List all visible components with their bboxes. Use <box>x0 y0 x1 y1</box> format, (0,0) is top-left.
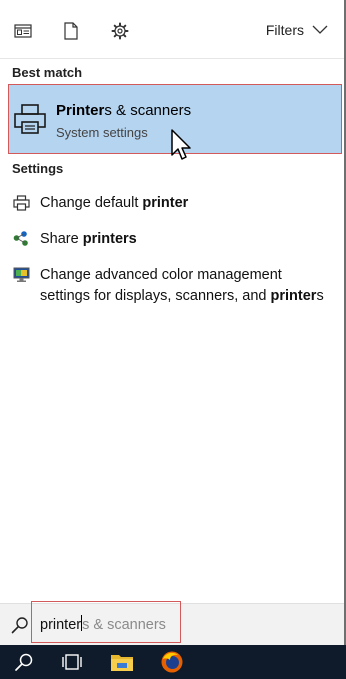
settings-item-change-default-printer[interactable]: Change default printer <box>12 193 188 214</box>
filters-label: Filters <box>265 22 304 38</box>
search-icon[interactable] <box>2 645 46 679</box>
mouse-cursor-icon <box>170 128 192 162</box>
monitor-icon <box>12 266 30 284</box>
search-bar: printers & scanners <box>0 601 344 646</box>
filter-bar: Filters <box>0 0 344 59</box>
search-icon <box>11 616 29 634</box>
gear-icon[interactable] <box>110 21 130 41</box>
settings-item-label: Share printers <box>40 231 137 247</box>
search-input[interactable]: printers & scanners <box>31 601 181 643</box>
best-match-title: Printers & scanners <box>56 102 192 119</box>
search-results-panel: Filters Best match Printers & scanners S… <box>0 0 346 646</box>
best-match-subtitle: System settings <box>56 125 148 140</box>
firefox-icon[interactable] <box>150 645 194 679</box>
settings-item-label: Change advanced color management setting… <box>40 267 324 304</box>
apps-icon[interactable] <box>13 21 33 41</box>
filters-dropdown[interactable]: Filters <box>266 22 328 38</box>
share-icon <box>12 230 30 248</box>
taskbar <box>0 645 346 679</box>
search-autocomplete-suggestion: s & scanners <box>82 617 166 633</box>
settings-item-share-printers[interactable]: Share printers <box>12 229 137 250</box>
document-icon[interactable] <box>61 21 81 41</box>
printer-icon <box>12 194 30 212</box>
best-match-header: Best match <box>12 65 83 80</box>
settings-header: Settings <box>12 161 64 176</box>
file-explorer-icon[interactable] <box>100 645 144 679</box>
chevron-down-icon <box>312 25 328 34</box>
settings-item-color-management[interactable]: Change advanced color management setting… <box>12 265 332 307</box>
settings-item-label: Change default printer <box>40 195 189 211</box>
task-view-icon[interactable] <box>50 645 94 679</box>
printer-icon <box>13 103 47 135</box>
search-typed-text: printer <box>40 617 82 633</box>
